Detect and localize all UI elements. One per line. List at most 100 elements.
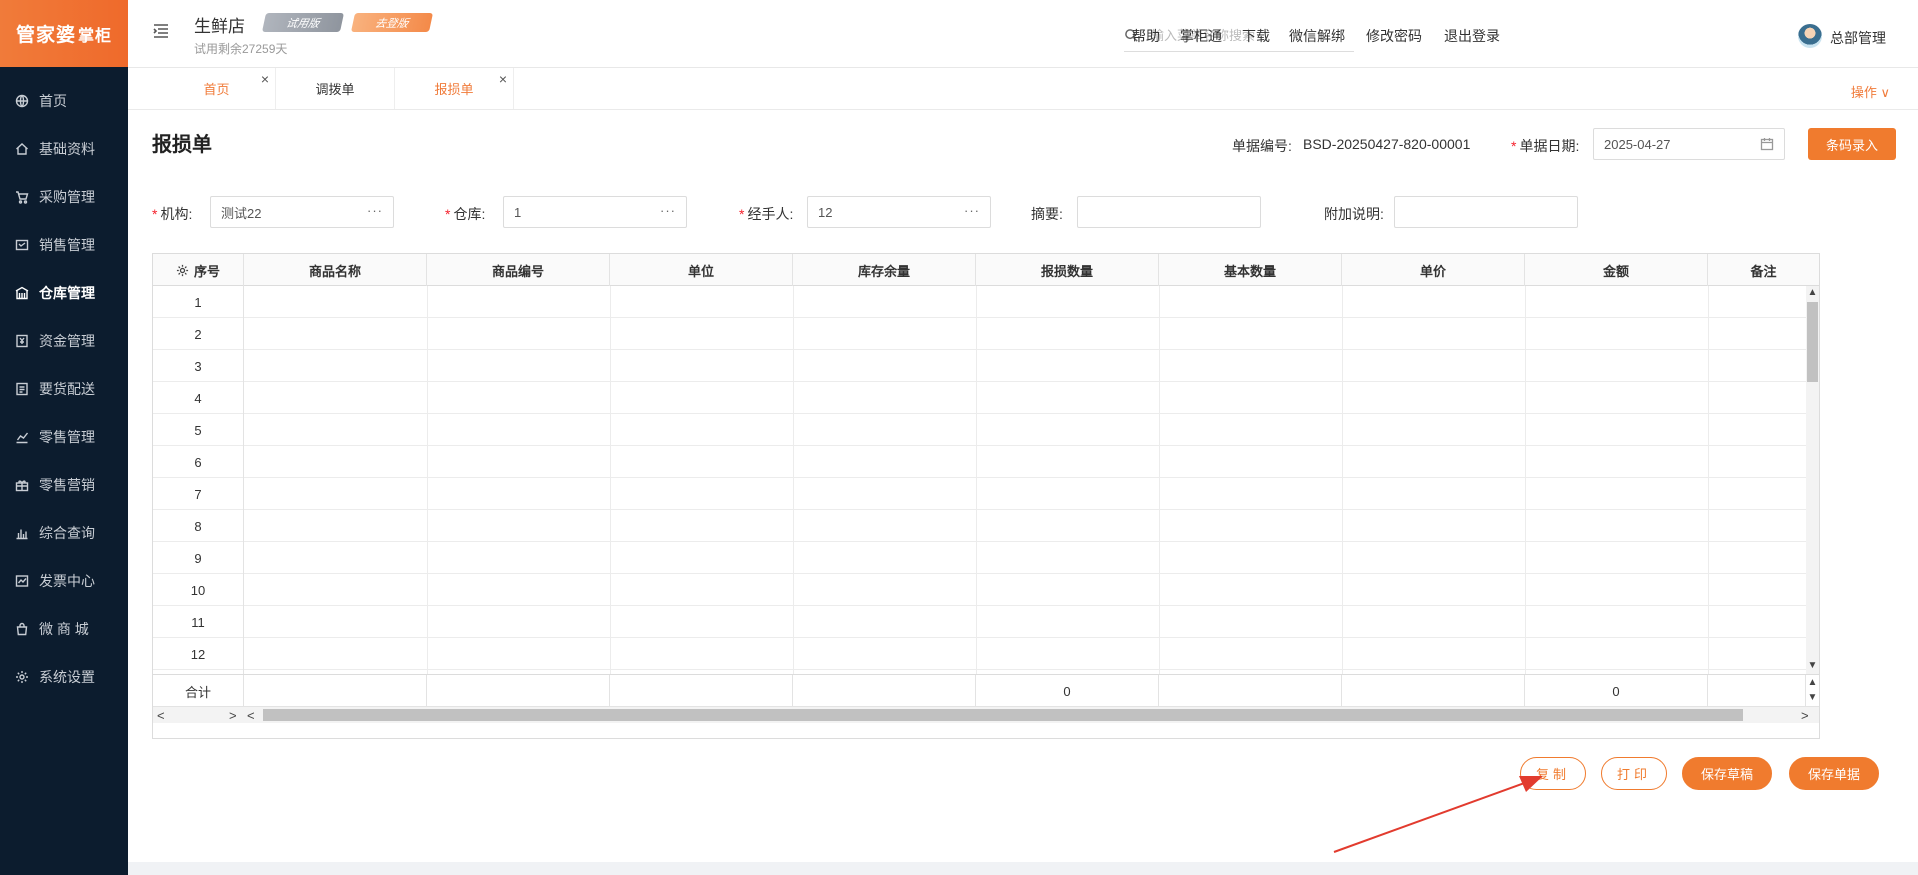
menu-toggle-icon[interactable] [152, 22, 170, 40]
cell-divider [1342, 350, 1343, 382]
calendar-icon[interactable] [1760, 137, 1774, 154]
gear-icon[interactable] [176, 264, 189, 277]
table-row[interactable]: 12 [153, 638, 1806, 670]
upgrade-badge[interactable]: 去登版 [350, 13, 434, 32]
doc-date-field[interactable]: 2025-04-27 [1593, 128, 1785, 160]
close-icon[interactable]: × [499, 72, 507, 86]
cell-divider [976, 446, 977, 478]
cell-divider [427, 638, 428, 670]
table-row[interactable]: 5 [153, 414, 1806, 446]
scrollbar-thumb[interactable] [263, 709, 1743, 721]
table-row[interactable]: 3 [153, 350, 1806, 382]
logout-link[interactable]: 退出登录 [1444, 26, 1500, 46]
column-header-product-code[interactable]: 商品编号 [427, 254, 610, 286]
zhanggui-link[interactable]: 掌柜通 [1180, 26, 1222, 46]
tab-home[interactable]: 首页 × [158, 68, 276, 109]
column-header-base-qty[interactable]: 基本数量 [1159, 254, 1342, 286]
org-value: 测试22 [221, 205, 262, 221]
barcode-entry-button[interactable]: 条码录入 [1808, 128, 1896, 160]
vertical-scrollbar[interactable]: ▲ ▼ [1806, 286, 1819, 674]
copy-button[interactable]: 复制 [1520, 757, 1586, 790]
download-link[interactable]: 下载 [1242, 26, 1270, 46]
tab-loss-report[interactable]: 报损单 × [395, 68, 514, 109]
cell-divider [1342, 510, 1343, 542]
cell-divider [1159, 350, 1160, 382]
cell-divider [1708, 286, 1709, 318]
more-icon[interactable]: ··· [660, 203, 676, 218]
handler-field[interactable]: 12 ··· [807, 196, 991, 228]
sidebar-item[interactable]: 采购管理 [0, 173, 128, 221]
sidebar-item[interactable]: 微 商 城 [0, 605, 128, 653]
sidebar-item[interactable]: 发票中心 [0, 557, 128, 605]
cell-divider [793, 478, 794, 510]
scroll-up-icon[interactable]: ▲ [1806, 677, 1819, 689]
user-name[interactable]: 总部管理 [1830, 28, 1886, 48]
save-document-button[interactable]: 保存单据 [1789, 757, 1879, 790]
scroll-up-icon[interactable]: ▲ [1806, 287, 1819, 299]
doc-date-label-text: 单据日期: [1519, 138, 1580, 154]
help-link[interactable]: 帮助 [1132, 26, 1160, 46]
sidebar-item[interactable]: 零售管理 [0, 413, 128, 461]
scrollbar-thumb[interactable] [1807, 302, 1818, 382]
cell-divider [793, 542, 794, 574]
column-header-amount[interactable]: 金额 [1525, 254, 1708, 286]
more-icon[interactable]: ··· [367, 203, 383, 218]
wechat-unbind-link[interactable]: 微信解绑 [1289, 26, 1345, 46]
column-header-remark[interactable]: 备注 [1708, 254, 1819, 286]
table-row[interactable]: 10 [153, 574, 1806, 606]
sidebar-item[interactable]: 首页 [0, 77, 128, 125]
change-password-link[interactable]: 修改密码 [1366, 26, 1422, 46]
total-amount: 0 [1525, 675, 1708, 707]
sidebar-item[interactable]: 仓库管理 [0, 269, 128, 317]
cell-divider [610, 638, 611, 670]
column-label: 序号 [193, 263, 220, 279]
table-row[interactable]: 7 [153, 478, 1806, 510]
operations-menu[interactable]: 操作 ∨ [1851, 82, 1890, 101]
table-row[interactable]: 1 [153, 286, 1806, 318]
warehouse-field[interactable]: 1 ··· [503, 196, 687, 228]
column-header-unit[interactable]: 单位 [610, 254, 793, 286]
total-cell [793, 675, 976, 707]
table-row[interactable]: 8 [153, 510, 1806, 542]
cell-divider [1342, 382, 1343, 414]
avatar[interactable] [1798, 24, 1822, 48]
cell-divider [1525, 606, 1526, 638]
horizontal-scrollbar[interactable]: < > < > [153, 706, 1819, 723]
cell-divider [1708, 574, 1709, 606]
print-button[interactable]: 打印 [1601, 757, 1667, 790]
scroll-down-icon[interactable]: ▼ [1806, 660, 1819, 672]
column-header-stock[interactable]: 库存余量 [793, 254, 976, 286]
sidebar-item[interactable]: 零售营销 [0, 461, 128, 509]
scroll-right-icon[interactable]: > [1801, 708, 1809, 723]
column-header-loss-qty[interactable]: 报损数量 [976, 254, 1159, 286]
column-header-seq[interactable]: 序号 [153, 254, 244, 286]
close-icon[interactable]: × [261, 72, 269, 86]
scroll-down-icon[interactable]: ▼ [1806, 692, 1819, 704]
scroll-left-icon[interactable]: < [157, 708, 165, 723]
tab-transfer[interactable]: 调拨单 [276, 68, 395, 109]
sidebar-item[interactable]: 系统设置 [0, 653, 128, 701]
save-draft-button[interactable]: 保存草稿 [1682, 757, 1772, 790]
column-header-unit-price[interactable]: 单价 [1342, 254, 1525, 286]
table-row[interactable]: 4 [153, 382, 1806, 414]
table-row[interactable]: 6 [153, 446, 1806, 478]
org-field[interactable]: 测试22 ··· [210, 196, 394, 228]
table-row[interactable]: 2 [153, 318, 1806, 350]
sidebar-item[interactable]: 基础资料 [0, 125, 128, 173]
table-row[interactable]: 11 [153, 606, 1806, 638]
cell-divider [1342, 414, 1343, 446]
sidebar-item[interactable]: 要货配送 [0, 365, 128, 413]
cell-divider [1342, 318, 1343, 350]
doc-date-value: 2025-04-27 [1604, 136, 1671, 152]
cell-divider [793, 414, 794, 446]
table-row[interactable]: 9 [153, 542, 1806, 574]
more-icon[interactable]: ··· [964, 203, 980, 218]
summary-field[interactable] [1077, 196, 1261, 228]
scroll-right-icon[interactable]: > [229, 708, 237, 723]
note-field[interactable] [1394, 196, 1578, 228]
sidebar-item[interactable]: 销售管理 [0, 221, 128, 269]
scroll-left-icon[interactable]: < [247, 708, 255, 723]
sidebar-item[interactable]: 综合查询 [0, 509, 128, 557]
column-header-product-name[interactable]: 商品名称 [244, 254, 427, 286]
sidebar-item[interactable]: 资金管理 [0, 317, 128, 365]
